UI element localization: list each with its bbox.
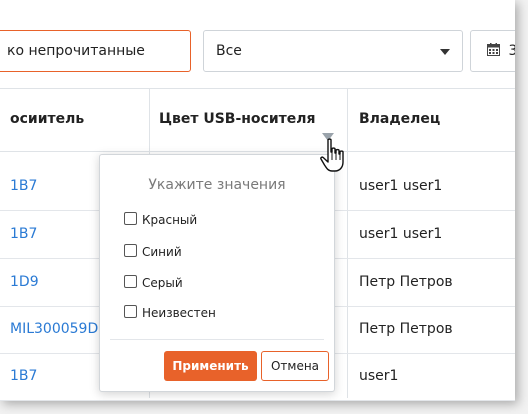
- checkbox[interactable]: [124, 212, 137, 225]
- column-header-owner[interactable]: Владелец: [359, 89, 440, 151]
- owner-cell: Петр Петров: [359, 274, 453, 290]
- calendar-icon: [487, 31, 500, 71]
- filter-option-red[interactable]: Красный: [124, 211, 197, 229]
- table-header: осиитель Цвет USB-носителя Владелец: [0, 88, 515, 152]
- carrier-id-link[interactable]: MIL300059D: [10, 306, 106, 353]
- filter-option-gray[interactable]: Серый: [124, 274, 183, 292]
- caret-down-icon: [440, 49, 450, 55]
- unread-only-label: ко непрочитанные: [7, 43, 145, 59]
- hand-cursor-icon: [320, 138, 344, 172]
- status-filter-value: Все: [216, 43, 242, 59]
- checkbox[interactable]: [124, 244, 137, 257]
- status-filter-select[interactable]: Все: [203, 30, 463, 72]
- popup-divider: [110, 339, 324, 340]
- filter-option-blue[interactable]: Синий: [124, 243, 182, 261]
- popup-title: Укажите значения: [148, 177, 286, 193]
- unread-only-button[interactable]: ко непрочитанные: [0, 30, 191, 72]
- column-filter-popup: Укажите значения Красный Синий Серый Неи…: [99, 154, 335, 392]
- option-label: Серый: [142, 276, 183, 290]
- owner-cell: user1: [359, 368, 399, 384]
- owner-cell: user1 user1: [359, 226, 443, 242]
- app-window: ко непрочитанные Все 3 осиитель Цвет USB…: [0, 0, 515, 401]
- checkbox[interactable]: [124, 305, 137, 318]
- apply-button[interactable]: Применить: [164, 351, 257, 381]
- option-label: Красный: [142, 213, 198, 227]
- date-range-text: 3: [508, 43, 515, 59]
- option-label: Синий: [142, 245, 182, 259]
- option-label: Неизвестен: [142, 306, 216, 320]
- checkbox[interactable]: [124, 275, 137, 288]
- filter-option-unknown[interactable]: Неизвестен: [124, 304, 216, 322]
- cancel-button[interactable]: Отмена: [261, 351, 329, 381]
- column-header-carrier[interactable]: осиитель: [10, 89, 84, 151]
- owner-cell: user1 user1: [359, 178, 443, 194]
- date-range-picker[interactable]: 3: [470, 30, 515, 72]
- column-header-usb-color[interactable]: Цвет USB-носителя: [159, 89, 316, 151]
- owner-cell: Петр Петров: [359, 321, 453, 337]
